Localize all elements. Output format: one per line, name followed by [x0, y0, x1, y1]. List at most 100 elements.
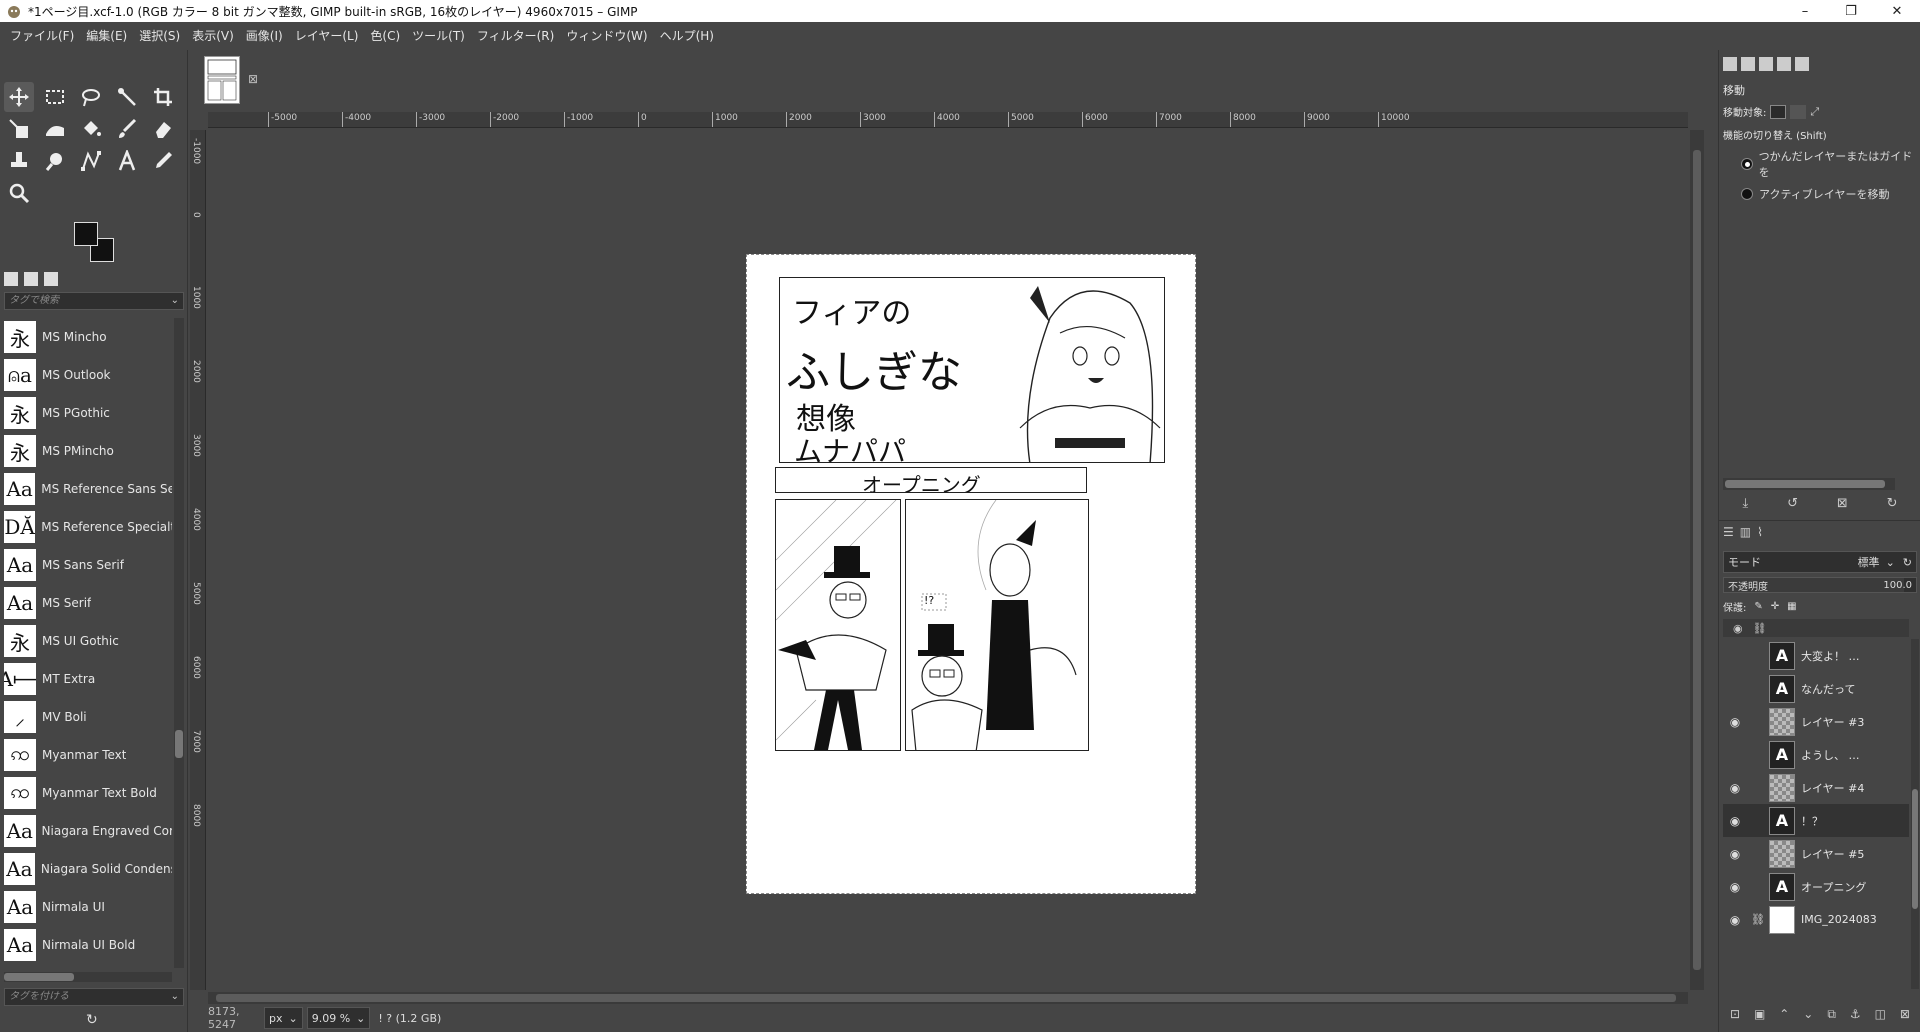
- font-list-item[interactable]: A⟼ MT Extra: [4, 660, 172, 698]
- layer-row[interactable]: ◉ A ！？: [1723, 804, 1909, 837]
- layer-row[interactable]: ◉ A オープニング: [1723, 870, 1909, 903]
- menu-help[interactable]: ヘルプ(H): [654, 22, 720, 50]
- font-tag-search-input[interactable]: タグで検索 ⌄: [4, 292, 184, 310]
- layer-row[interactable]: ◉ レイヤー #4: [1723, 771, 1909, 804]
- color-picker-icon[interactable]: [148, 146, 178, 176]
- layer-name[interactable]: IMG_2024083: [1801, 913, 1877, 926]
- path-mode-icon[interactable]: ⤢: [1810, 105, 1826, 119]
- menu-edit[interactable]: 編集(E): [80, 22, 133, 50]
- text-tool-icon[interactable]: [112, 146, 142, 176]
- refresh-icon[interactable]: ↻: [86, 1012, 98, 1028]
- layer-mode-select[interactable]: モード 標準 ⌄ ↻: [1723, 551, 1917, 573]
- paths-icon[interactable]: [76, 146, 106, 176]
- horizontal-ruler[interactable]: -5000 -4000 -3000 -2000 -1000 0 1000 2000 3000 40…: [208, 112, 1688, 128]
- undo-history-tab-icon[interactable]: [4, 272, 18, 286]
- lock-alpha-icon[interactable]: ▦: [1787, 601, 1796, 612]
- layers-tab-icon[interactable]: ☰: [1723, 525, 1734, 539]
- clone-icon[interactable]: [4, 146, 34, 176]
- brushes-tab-icon[interactable]: [1759, 57, 1773, 71]
- menu-colors[interactable]: 色(C): [364, 22, 406, 50]
- visibility-eye-icon[interactable]: ◉: [1723, 715, 1747, 729]
- font-list-item[interactable]: Aa Nirmala UI Bold: [4, 926, 172, 964]
- warp-icon[interactable]: [40, 114, 70, 144]
- menu-image[interactable]: 画像(I): [240, 22, 289, 50]
- vertical-ruler[interactable]: -1000 0 1000 2000 3000 4000 5000 6000 7000 8000: [190, 130, 206, 990]
- unit-select[interactable]: px ⌄: [264, 1007, 303, 1029]
- raise-layer-icon[interactable]: ⌃: [1779, 1007, 1789, 1027]
- visibility-eye-icon[interactable]: ◉: [1723, 781, 1747, 795]
- menu-select[interactable]: 選択(S): [133, 22, 186, 50]
- tool-options-tab-icon[interactable]: [1723, 57, 1737, 71]
- font-list-item[interactable]: Aa MS Serif: [4, 584, 172, 622]
- layer-list-scrollbar[interactable]: [1911, 639, 1919, 989]
- device-status-tab-icon[interactable]: [1741, 57, 1755, 71]
- visibility-eye-icon[interactable]: ◉: [1723, 814, 1747, 828]
- layer-row[interactable]: A ようし、 …: [1723, 738, 1909, 771]
- layer-name[interactable]: なんだって: [1801, 681, 1855, 697]
- new-group-icon[interactable]: ▣: [1754, 1007, 1765, 1027]
- lock-position-icon[interactable]: ✛: [1771, 601, 1779, 612]
- minimize-button[interactable]: –: [1782, 0, 1828, 22]
- free-select-icon[interactable]: [76, 82, 106, 112]
- layer-name[interactable]: レイヤー #5: [1801, 846, 1864, 862]
- menu-tools[interactable]: ツール(T): [406, 22, 471, 50]
- chevron-down-icon[interactable]: ⌄: [171, 293, 179, 309]
- crop-icon[interactable]: [148, 82, 178, 112]
- font-list-item[interactable]: Aa Niagara Engraved Cor: [4, 812, 172, 850]
- rect-select-icon[interactable]: [40, 82, 70, 112]
- font-list-item[interactable]: ⍝a MS Outlook: [4, 356, 172, 394]
- menu-filters[interactable]: フィルター(R): [471, 22, 560, 50]
- duplicate-layer-icon[interactable]: ⧉: [1827, 1007, 1836, 1027]
- font-list-item[interactable]: 永 MS PMincho: [4, 432, 172, 470]
- menu-view[interactable]: 表示(V): [186, 22, 240, 50]
- layer-name[interactable]: レイヤー #3: [1801, 714, 1864, 730]
- restore-preset-icon[interactable]: ↺: [1787, 496, 1798, 516]
- scale-icon[interactable]: [4, 114, 34, 144]
- layer-row[interactable]: A 大変よ！ …: [1723, 639, 1909, 672]
- font-list-item[interactable]: 永 MS UI Gothic: [4, 622, 172, 660]
- anchor-layer-icon[interactable]: ⚓: [1850, 1007, 1861, 1027]
- fonts-tab-icon[interactable]: [44, 272, 58, 286]
- font-list-item[interactable]: 永 MS Mincho: [4, 318, 172, 356]
- menu-layer[interactable]: レイヤー(L): [289, 22, 365, 50]
- layer-row[interactable]: A なんだって: [1723, 672, 1909, 705]
- font-list-item[interactable]: 永 MS PGothic: [4, 394, 172, 432]
- font-tag-assign-input[interactable]: タグを付ける ⌄: [4, 988, 184, 1006]
- visibility-eye-icon[interactable]: ◉: [1723, 880, 1747, 894]
- pick-layer-radio[interactable]: つかんだレイヤーまたはガイドを: [1741, 148, 1917, 180]
- canvas[interactable]: フィアの ふしぎな 想像 ムナパパ オープニング !?: [208, 130, 1688, 990]
- layer-name[interactable]: ようし、 …: [1801, 747, 1860, 763]
- layer-name[interactable]: レイヤー #4: [1801, 780, 1864, 796]
- font-list-item[interactable]: DĂ MS Reference Specialt: [4, 508, 172, 546]
- active-layer-radio[interactable]: アクティブレイヤーを移動: [1741, 186, 1917, 202]
- gradients-tab-icon[interactable]: [1795, 57, 1809, 71]
- reset-icon[interactable]: ↻: [1887, 496, 1898, 516]
- selection-mode-icon[interactable]: [1790, 104, 1807, 119]
- visibility-eye-icon[interactable]: ◉: [1723, 847, 1747, 861]
- font-list-item[interactable]: Aa Niagara Solid Condens: [4, 850, 172, 888]
- font-list-scrollbar[interactable]: [174, 318, 184, 968]
- mode-reset-icon[interactable]: ↻: [1903, 556, 1912, 569]
- mask-layer-icon[interactable]: ◫: [1875, 1007, 1886, 1027]
- smudge-icon[interactable]: [40, 146, 70, 176]
- layer-row[interactable]: ◉ ⛓ IMG_2024083: [1723, 903, 1909, 936]
- visibility-eye-icon[interactable]: ◉: [1723, 913, 1747, 927]
- foreground-color-swatch[interactable]: [74, 222, 98, 246]
- layer-mode-icon[interactable]: [1770, 104, 1787, 119]
- font-list-item[interactable]: Aa Nirmala UI: [4, 888, 172, 926]
- paintbrush-icon[interactable]: [112, 114, 142, 144]
- delete-preset-icon[interactable]: ⊠: [1837, 496, 1848, 516]
- document-tab-icon[interactable]: [24, 272, 38, 286]
- layer-row[interactable]: ◉ レイヤー #3: [1723, 705, 1909, 738]
- paths-tab-icon[interactable]: ⌇: [1757, 525, 1763, 539]
- layer-name[interactable]: 大変よ！ …: [1801, 648, 1860, 664]
- close-image-tab-icon[interactable]: ⊠: [248, 72, 258, 86]
- opacity-slider[interactable]: 不透明度 100.0: [1723, 577, 1917, 593]
- canvas-vertical-scrollbar[interactable]: [1690, 130, 1704, 990]
- chain-link-icon[interactable]: ⛓: [1747, 913, 1769, 926]
- chevron-down-icon[interactable]: ⌄: [171, 989, 179, 1005]
- close-button[interactable]: ✕: [1874, 0, 1920, 22]
- menu-windows[interactable]: ウィンドウ(W): [560, 22, 653, 50]
- layer-name[interactable]: ！？: [1801, 813, 1823, 829]
- maximize-button[interactable]: ❐: [1828, 0, 1874, 22]
